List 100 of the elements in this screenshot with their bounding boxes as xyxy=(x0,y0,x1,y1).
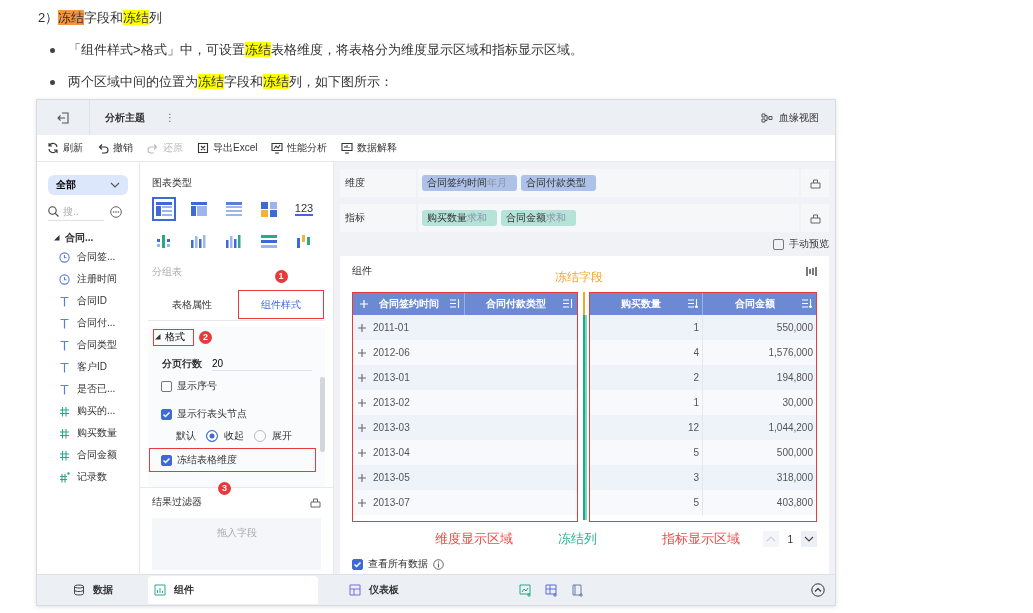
tree-folder[interactable]: 合同... xyxy=(48,230,131,246)
radio-button[interactable]: 收起 xyxy=(206,429,244,443)
checkbox[interactable]: 显示行表头节点 xyxy=(161,407,247,421)
lineage-view-button[interactable]: 血缘视图 xyxy=(759,108,821,127)
annotation-label: 指标显示区域 xyxy=(662,530,740,548)
add-table-icon[interactable] xyxy=(545,583,559,597)
lock-icon[interactable] xyxy=(809,177,821,189)
table-cell: 2012-06 xyxy=(352,340,410,365)
chart-type-name: 分组表 xyxy=(152,265,182,279)
lock-icon[interactable] xyxy=(310,496,321,508)
toolbar-button[interactable]: 导出Excel xyxy=(197,139,258,157)
annotation-label: 冻结字段 xyxy=(555,269,603,286)
page-rows-input[interactable]: 20 xyxy=(212,357,312,371)
plus-icon[interactable] xyxy=(360,299,368,308)
expand-icon[interactable] xyxy=(358,473,366,482)
field-pill[interactable]: 购买数量求和 xyxy=(422,210,497,226)
field-item[interactable]: 合同付... xyxy=(48,312,131,334)
undo-icon xyxy=(97,142,109,154)
field-item[interactable]: 注册时间 xyxy=(48,268,131,290)
field-item[interactable]: 购买的... xyxy=(48,400,131,422)
toolbar-button[interactable]: 撤销 xyxy=(97,139,133,157)
table-cell: 2013-04 xyxy=(352,440,410,465)
bottom-tab[interactable]: 数据 xyxy=(37,576,148,604)
sort-icon[interactable] xyxy=(688,299,698,308)
text-type-icon xyxy=(59,295,70,307)
clock-icon xyxy=(59,273,70,285)
field-pill[interactable]: 合同付款类型 xyxy=(521,175,596,191)
spreadsheet-icon xyxy=(197,142,209,154)
toolbar-button[interactable]: 性能分析 xyxy=(271,139,328,157)
field-item[interactable]: 合同签... xyxy=(48,246,131,268)
table-icon[interactable] xyxy=(152,197,176,221)
page-number: 1 xyxy=(787,533,793,545)
section-toggle[interactable]: 格式 xyxy=(152,327,195,347)
chevron-down-icon xyxy=(804,536,814,542)
checkmark-icon xyxy=(162,409,171,419)
field-item[interactable]: 购买数量 xyxy=(48,422,131,444)
section-label: 图表类型 xyxy=(152,176,193,190)
collapse-icon[interactable] xyxy=(811,583,825,597)
add-chart-icon[interactable] xyxy=(519,583,533,597)
field-item[interactable]: 客户ID xyxy=(48,356,131,378)
field-item[interactable]: 记录数 xyxy=(48,466,131,488)
bullet-text: 两个区域中间的位置为冻结字段和冻结列，如下图所示： xyxy=(68,73,393,91)
radio-button[interactable]: 展开 xyxy=(254,429,292,443)
text-type-icon xyxy=(59,361,70,373)
sort-icon[interactable] xyxy=(802,299,812,308)
checkbox[interactable]: 手动预览 xyxy=(773,236,829,252)
checkbox[interactable]: 冻结表格维度 xyxy=(161,453,237,467)
expand-icon[interactable] xyxy=(358,348,366,357)
scope-dropdown[interactable]: 全部 xyxy=(48,175,128,195)
next-page-button[interactable] xyxy=(801,531,817,547)
bullet-dot xyxy=(50,47,55,53)
table-cell: 5 xyxy=(589,490,703,515)
expand-icon[interactable] xyxy=(358,373,366,382)
panel-tab[interactable]: 表格属性 xyxy=(148,289,237,320)
chevron-down-icon xyxy=(110,182,120,188)
lock-icon[interactable] xyxy=(809,212,821,224)
search-icon xyxy=(48,205,59,217)
monitor-chart-icon xyxy=(271,142,284,154)
text-type-icon xyxy=(59,383,70,395)
chart-icon xyxy=(154,584,166,596)
expand-icon[interactable] xyxy=(358,498,366,507)
checkmark-icon xyxy=(162,455,171,465)
more-menu[interactable]: ⋮ xyxy=(165,112,175,123)
database-icon xyxy=(72,584,85,596)
hash-icon xyxy=(59,427,70,439)
toolbar-button[interactable]: 刷新 xyxy=(47,139,83,157)
more-icon[interactable] xyxy=(110,205,122,218)
table-cell: 2013-01 xyxy=(352,365,410,390)
sort-icon[interactable] xyxy=(450,299,460,308)
clock-icon xyxy=(59,251,70,263)
exit-icon[interactable] xyxy=(57,111,69,124)
field-pill[interactable]: 合同金额求和 xyxy=(501,210,576,226)
search-field[interactable]: 搜.. xyxy=(63,203,99,219)
add-text-icon[interactable] xyxy=(571,583,585,597)
expand-icon[interactable] xyxy=(358,323,366,332)
field-item[interactable]: 合同金额 xyxy=(48,444,131,466)
step-badge: 1 xyxy=(274,270,288,283)
step-badge: 2 xyxy=(199,330,212,344)
field-item[interactable]: 合同ID xyxy=(48,290,131,312)
expand-icon[interactable] xyxy=(358,448,366,457)
field-item[interactable]: 是否已... xyxy=(48,378,131,400)
checkbox[interactable]: 显示序号 xyxy=(161,379,217,393)
checkbox[interactable]: 查看所有数据 xyxy=(352,557,428,571)
column-settings-icon[interactable] xyxy=(806,265,817,277)
bottom-tab[interactable]: 仪表板 xyxy=(318,576,429,604)
scrollbar[interactable] xyxy=(320,377,325,452)
hash-icon xyxy=(59,449,70,461)
expand-icon[interactable] xyxy=(358,398,366,407)
info-icon[interactable] xyxy=(433,558,444,570)
table-cell: 2013-02 xyxy=(352,390,410,415)
redo-icon xyxy=(147,142,159,154)
table-cell: 403,800 xyxy=(703,490,817,515)
sort-icon[interactable] xyxy=(563,299,573,308)
expand-icon[interactable] xyxy=(358,423,366,432)
toolbar-button[interactable]: 数据解释 xyxy=(341,139,398,157)
text-type-icon xyxy=(59,317,70,329)
bottom-tab[interactable]: 组件 xyxy=(148,576,318,604)
step-badge: 3 xyxy=(218,482,231,495)
field-item[interactable]: 合同类型 xyxy=(48,334,131,356)
hash-icon xyxy=(59,471,70,483)
